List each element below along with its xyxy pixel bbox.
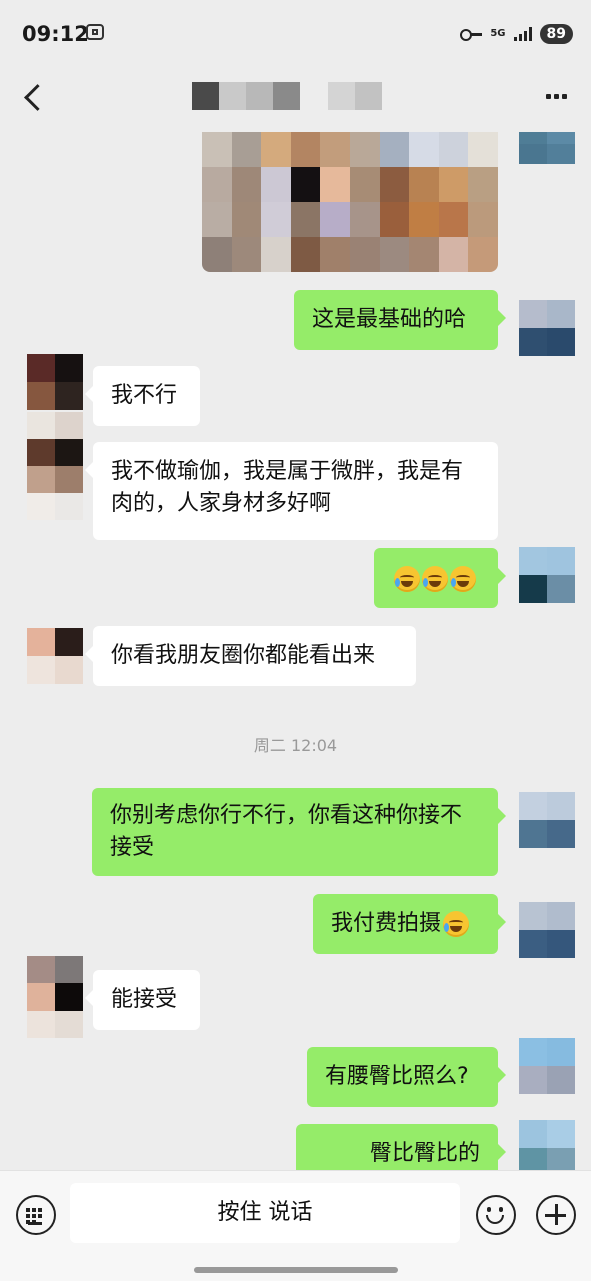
message-text: 臀比臀比的 xyxy=(369,1141,480,1166)
input-bar: 按住 说话 xyxy=(0,1170,591,1281)
message-bubble[interactable]: 我不行 xyxy=(85,366,200,426)
status-indicators: 5G 89 xyxy=(460,24,573,44)
message-bubble[interactable]: 有腰臀比照么? xyxy=(307,1047,506,1107)
laugh-cry-emoji xyxy=(450,566,476,592)
home-indicator xyxy=(194,1267,398,1273)
battery-level: 89 xyxy=(539,24,573,44)
laugh-cry-emoji xyxy=(394,566,420,592)
chat-title-blurred xyxy=(192,82,300,110)
my-avatar[interactable] xyxy=(519,902,575,958)
plus-icon[interactable] xyxy=(536,1195,576,1235)
more-icon[interactable] xyxy=(546,94,567,99)
network-label: 5G xyxy=(490,28,506,39)
key-icon xyxy=(460,28,483,41)
status-time: 09:12 xyxy=(22,22,89,46)
message-bubble[interactable]: 这是最基础的哈 xyxy=(294,290,506,350)
message-bubble[interactable]: 臀比臀比的 xyxy=(296,1124,506,1172)
my-avatar[interactable] xyxy=(519,132,575,164)
message-bubble[interactable]: 你别考虑你行不行，你看这种你接不接受 xyxy=(92,788,506,876)
contact-avatar[interactable] xyxy=(27,412,83,520)
emoji-icon[interactable] xyxy=(476,1195,516,1235)
chat-list[interactable]: 这是最基础的哈 我不行 我不做瑜伽，我是属于微胖，我是有肉的，人家身材多好啊 你… xyxy=(0,132,591,1172)
chat-header xyxy=(0,70,591,132)
status-bar: 09:12 5G 89 xyxy=(0,0,591,70)
laugh-cry-emoji xyxy=(422,566,448,592)
keyboard-icon[interactable] xyxy=(16,1195,56,1235)
message-text: 我不做瑜伽，我是属于微胖，我是有肉的，人家身材多好啊 xyxy=(111,459,464,516)
laugh-cry-emoji xyxy=(443,911,470,937)
message-bubble[interactable]: 我付费拍摄 xyxy=(313,894,506,954)
my-avatar[interactable] xyxy=(519,792,575,848)
message-bubble[interactable]: 我不做瑜伽，我是属于微胖，我是有肉的，人家身材多好啊 xyxy=(85,442,498,540)
message-text: 有腰臀比照么? xyxy=(325,1064,469,1089)
message-text: 你看我朋友圈你都能看出来 xyxy=(111,643,376,668)
message-text: 我付费拍摄 xyxy=(331,911,442,936)
chat-title-blurred-2 xyxy=(328,82,382,110)
image-message[interactable] xyxy=(202,132,498,272)
message-text: 你别考虑你行不行，你看这种你接不接受 xyxy=(110,803,463,860)
screen-capture-icon xyxy=(86,24,104,40)
my-avatar[interactable] xyxy=(519,300,575,356)
message-text: 我不行 xyxy=(111,383,178,408)
signal-icon xyxy=(513,27,532,41)
back-icon[interactable] xyxy=(24,84,51,111)
my-avatar[interactable] xyxy=(519,1120,575,1172)
my-avatar[interactable] xyxy=(519,1038,575,1094)
message-bubble[interactable]: 你看我朋友圈你都能看出来 xyxy=(85,626,416,686)
message-text: 能接受 xyxy=(111,987,178,1012)
message-text: 这是最基础的哈 xyxy=(312,307,467,332)
emoji-message[interactable] xyxy=(374,548,506,608)
my-avatar[interactable] xyxy=(519,547,575,603)
contact-avatar[interactable] xyxy=(27,354,83,410)
hold-to-talk-button[interactable]: 按住 说话 xyxy=(70,1183,460,1243)
contact-avatar[interactable] xyxy=(27,628,83,684)
message-bubble[interactable]: 能接受 xyxy=(85,970,200,1030)
contact-avatar[interactable] xyxy=(27,956,83,1038)
timestamp: 周二 12:04 xyxy=(253,736,338,755)
